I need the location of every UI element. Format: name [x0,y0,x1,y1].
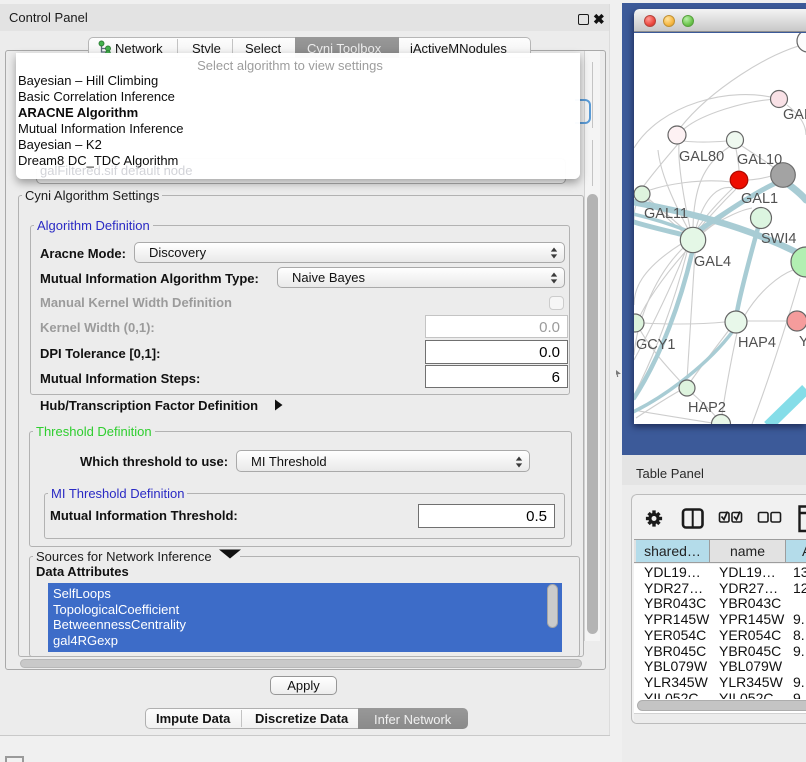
svg-text:GAL4: GAL4 [694,254,731,270]
svg-text:HAP2: HAP2 [688,400,726,416]
svg-text:GAL: GAL [783,107,806,123]
svg-text:GAL1: GAL1 [741,191,778,207]
svg-text:HAP4: HAP4 [738,335,776,351]
svg-text:GCY1: GCY1 [636,337,676,353]
svg-text:GAL11: GAL11 [644,206,688,222]
svg-text:Y: Y [799,334,806,350]
svg-text:SWI4: SWI4 [761,231,796,247]
svg-text:GAL10: GAL10 [737,152,782,168]
svg-text:GAL80: GAL80 [679,149,724,165]
